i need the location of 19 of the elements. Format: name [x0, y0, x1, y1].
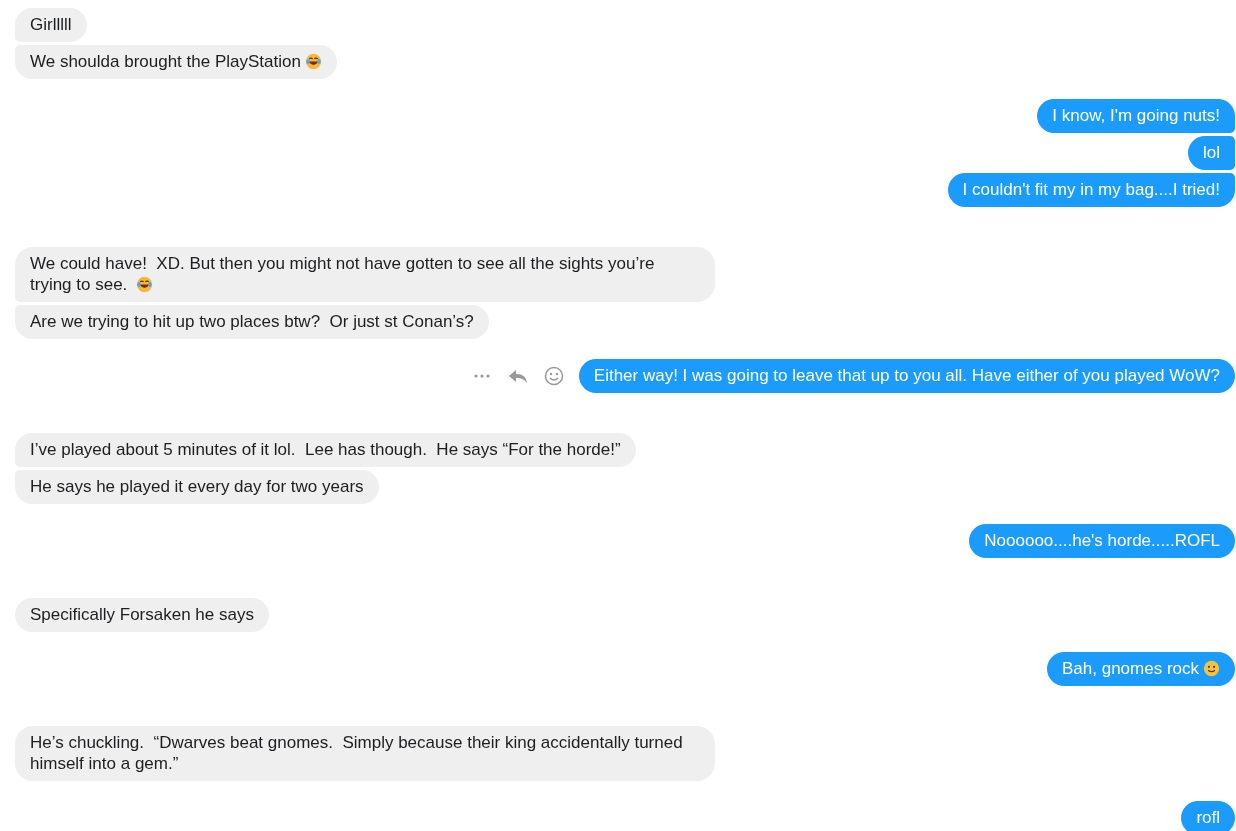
message-bubble: Girlllll — [15, 8, 87, 42]
message-bubble: Either way! I was going to leave that up to you all. Have either of you played WoW? — [578, 359, 1235, 393]
message-bubble: I know, I'm going nuts! — [1037, 99, 1235, 133]
emoji-icon[interactable] — [542, 365, 565, 387]
message-bubble: I’ve played about 5 minutes of it lol. Lee has though. He says “For the horde!” — [15, 433, 636, 467]
message-bubble: We shoulda brought the PlayStation — [15, 45, 337, 79]
message-bubble: Specifically Forsaken he says — [15, 598, 269, 632]
message-bubble: I couldn't fit my in my bag....I tried! — [947, 173, 1235, 207]
message-bubble: Noooooo....he's horde.....ROFL — [969, 524, 1235, 558]
message-bubble: Bah, gnomes rock — [1047, 652, 1235, 686]
message-bubble: We could have! XD. But then you might not have gotten to see all the sights you’re trying to see. — [15, 247, 715, 302]
laughing-face-icon — [304, 53, 322, 70]
smiling-face-icon — [1203, 660, 1220, 677]
message-bubble: Are we trying to hit up two places btw? Or just st Conan’s? — [15, 305, 489, 339]
message-bubble: He says he played it every day for two years — [15, 470, 379, 504]
message-bubble: He’s chuckling. “Dwarves beat gnomes. Simply because their king accidentally turned himself into a gem.” — [15, 726, 715, 781]
message-bubble: lol — [1188, 136, 1235, 170]
message-bubble: rofl — [1181, 801, 1235, 831]
laughing-face-icon — [136, 276, 154, 293]
